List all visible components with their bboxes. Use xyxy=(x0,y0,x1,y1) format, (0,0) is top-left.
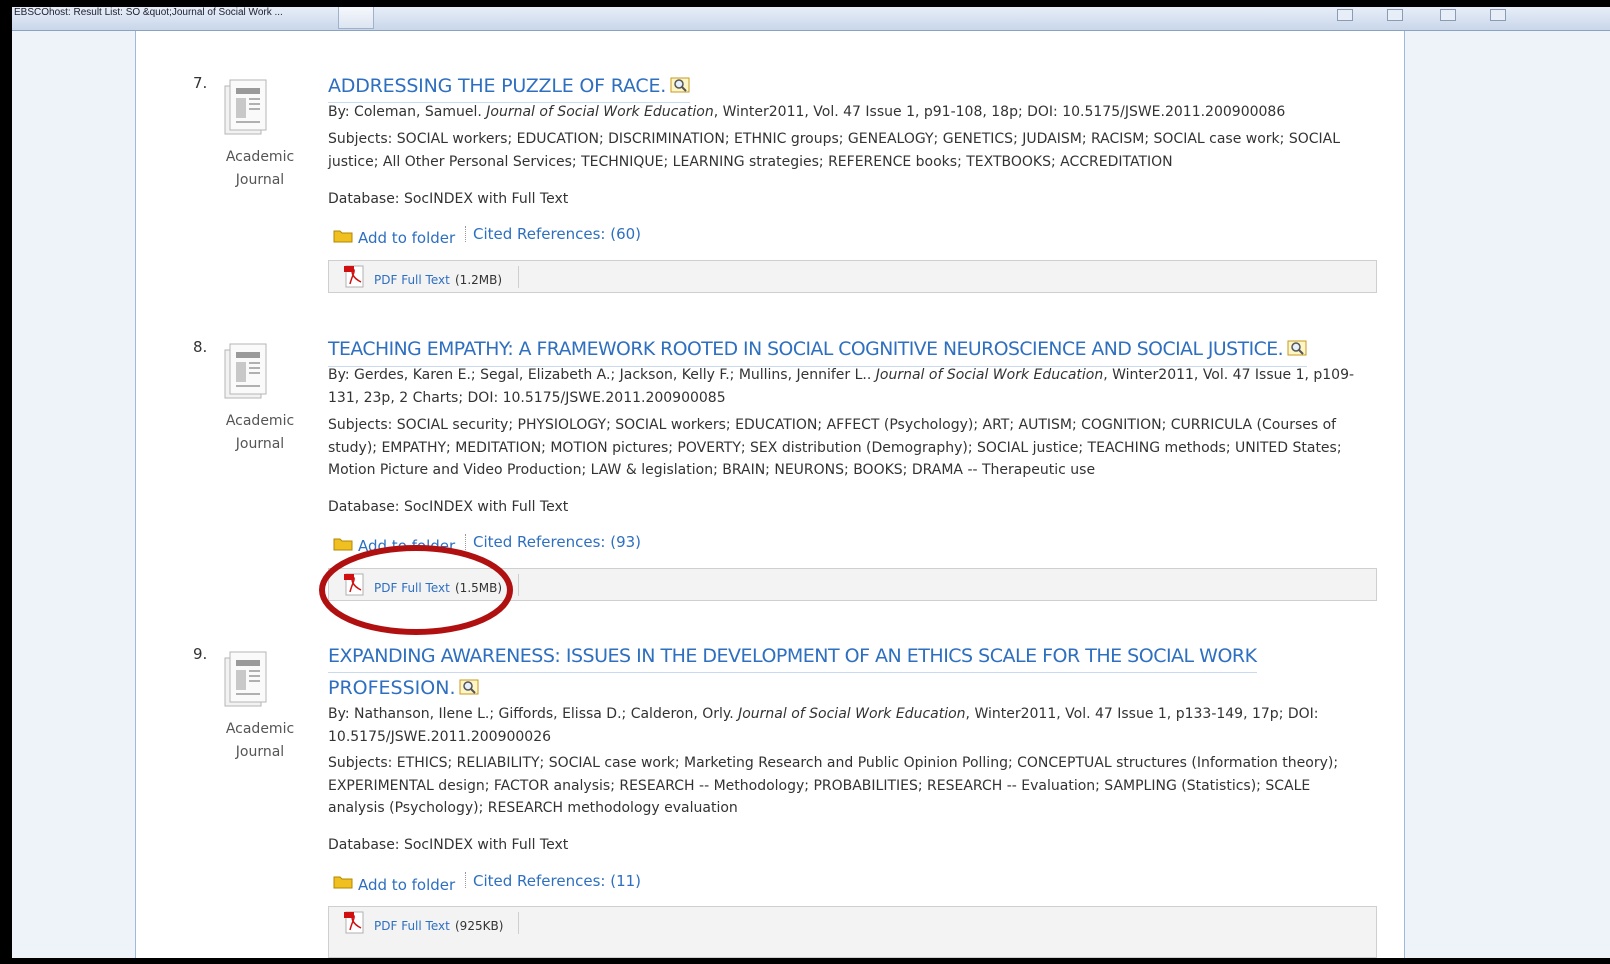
screen-frame-bottom xyxy=(0,958,1610,964)
publication-type-line1: Academic xyxy=(225,721,295,737)
screen-frame-left xyxy=(0,0,12,964)
authors: By: Gerdes, Karen E.; Segal, Elizabeth A… xyxy=(328,367,876,383)
database-label: Database: SocINDEX with Full Text xyxy=(328,191,569,207)
feeds-icon[interactable] xyxy=(1387,9,1403,21)
result-number: 7. xyxy=(193,74,208,92)
authors: By: Nathanson, Ilene L.; Giffords, Eliss… xyxy=(328,706,739,722)
browser-tab-bar: EBSCOhost: Result List: SO &quot;Journal… xyxy=(12,7,1610,31)
folder-icon[interactable] xyxy=(333,874,353,889)
authors: By: Coleman, Samuel. xyxy=(328,104,487,120)
subjects: Subjects: SOCIAL security; PHYSIOLOGY; S… xyxy=(328,417,1342,478)
subjects: Subjects: SOCIAL workers; EDUCATION; DIS… xyxy=(328,131,1341,170)
preview-magnifier-icon[interactable] xyxy=(459,679,479,695)
result-title-link-line1[interactable]: EXPANDING AWARENESS: ISSUES IN THE DEVEL… xyxy=(328,640,1257,673)
database-label: Database: SocINDEX with Full Text xyxy=(328,499,569,515)
preview-magnifier-icon[interactable] xyxy=(1287,340,1307,356)
result-title-text[interactable]: PROFESSION. xyxy=(328,677,455,699)
new-tab-button[interactable] xyxy=(338,7,374,29)
divider xyxy=(518,912,519,934)
pdf-file-size: (1.2MB) xyxy=(455,273,503,287)
publication-type: Academic Journal xyxy=(220,410,300,456)
left-margin xyxy=(12,31,135,958)
pdf-full-text-link[interactable]: PDF Full Text xyxy=(374,273,450,287)
publication-type-line1: Academic xyxy=(225,413,295,429)
print-icon[interactable] xyxy=(1440,9,1456,21)
academic-journal-icon[interactable] xyxy=(222,76,270,138)
result-title-text[interactable]: ADDRESSING THE PUZZLE OF RACE. xyxy=(328,75,666,97)
citation-details: , Winter2011, Vol. 47 Issue 1, p91-108, … xyxy=(713,104,1286,120)
publication-type-line2: Journal xyxy=(235,436,285,452)
cited-references-link[interactable]: Cited References: (11) xyxy=(473,872,641,890)
divider xyxy=(518,266,519,288)
separator xyxy=(465,226,466,242)
pdf-full-text-link[interactable]: PDF Full Text xyxy=(374,919,450,933)
publication-type: Academic Journal xyxy=(220,718,300,764)
preview-magnifier-icon[interactable] xyxy=(670,77,690,93)
screen-frame-top xyxy=(0,0,1610,7)
citation-line: By: Coleman, Samuel. Journal of Social W… xyxy=(328,101,1378,124)
folder-icon[interactable] xyxy=(333,228,353,243)
result-title-text[interactable]: TEACHING EMPATHY: A FRAMEWORK ROOTED IN … xyxy=(328,339,1284,360)
result-title-link[interactable]: TEACHING EMPATHY: A FRAMEWORK ROOTED IN … xyxy=(328,334,1308,367)
academic-journal-icon[interactable] xyxy=(222,340,270,402)
result-number: 9. xyxy=(193,645,208,663)
journal-name: Journal of Social Work Education xyxy=(738,706,966,722)
cited-references-link[interactable]: Cited References: (60) xyxy=(473,225,641,243)
add-to-folder-link[interactable]: Add to folder xyxy=(358,876,455,894)
publication-type-line1: Academic xyxy=(225,149,295,165)
publication-type-line2: Journal xyxy=(235,744,285,760)
publication-type-line2: Journal xyxy=(235,172,285,188)
divider xyxy=(518,574,519,596)
citation-line: By: Nathanson, Ilene L.; Giffords, Eliss… xyxy=(328,703,1338,748)
separator xyxy=(465,872,466,888)
subjects: Subjects: ETHICS; RELIABILITY; SOCIAL ca… xyxy=(328,755,1339,816)
citation-line: By: Gerdes, Karen E.; Segal, Elizabeth A… xyxy=(328,364,1380,409)
result-title-link-line2[interactable]: PROFESSION. xyxy=(328,672,479,704)
home-icon[interactable] xyxy=(1337,9,1353,21)
pdf-icon[interactable] xyxy=(343,264,365,288)
browser-tab[interactable]: EBSCOhost: Result List: SO &quot;Journal… xyxy=(12,7,332,29)
pdf-icon[interactable] xyxy=(343,910,365,934)
right-margin xyxy=(1405,31,1610,958)
academic-journal-icon[interactable] xyxy=(222,648,270,710)
page-icon[interactable] xyxy=(1490,9,1506,21)
result-title-link[interactable]: ADDRESSING THE PUZZLE OF RACE. xyxy=(328,70,691,103)
publication-type: Academic Journal xyxy=(220,146,300,192)
highlight-circle-annotation xyxy=(319,545,513,635)
result-number: 8. xyxy=(193,338,208,356)
add-to-folder-link[interactable]: Add to folder xyxy=(358,229,455,247)
journal-name: Journal of Social Work Education xyxy=(875,367,1104,383)
journal-name: Journal of Social Work Education xyxy=(486,104,714,120)
pdf-file-size: (925KB) xyxy=(455,919,504,933)
database-label: Database: SocINDEX with Full Text xyxy=(328,837,569,853)
